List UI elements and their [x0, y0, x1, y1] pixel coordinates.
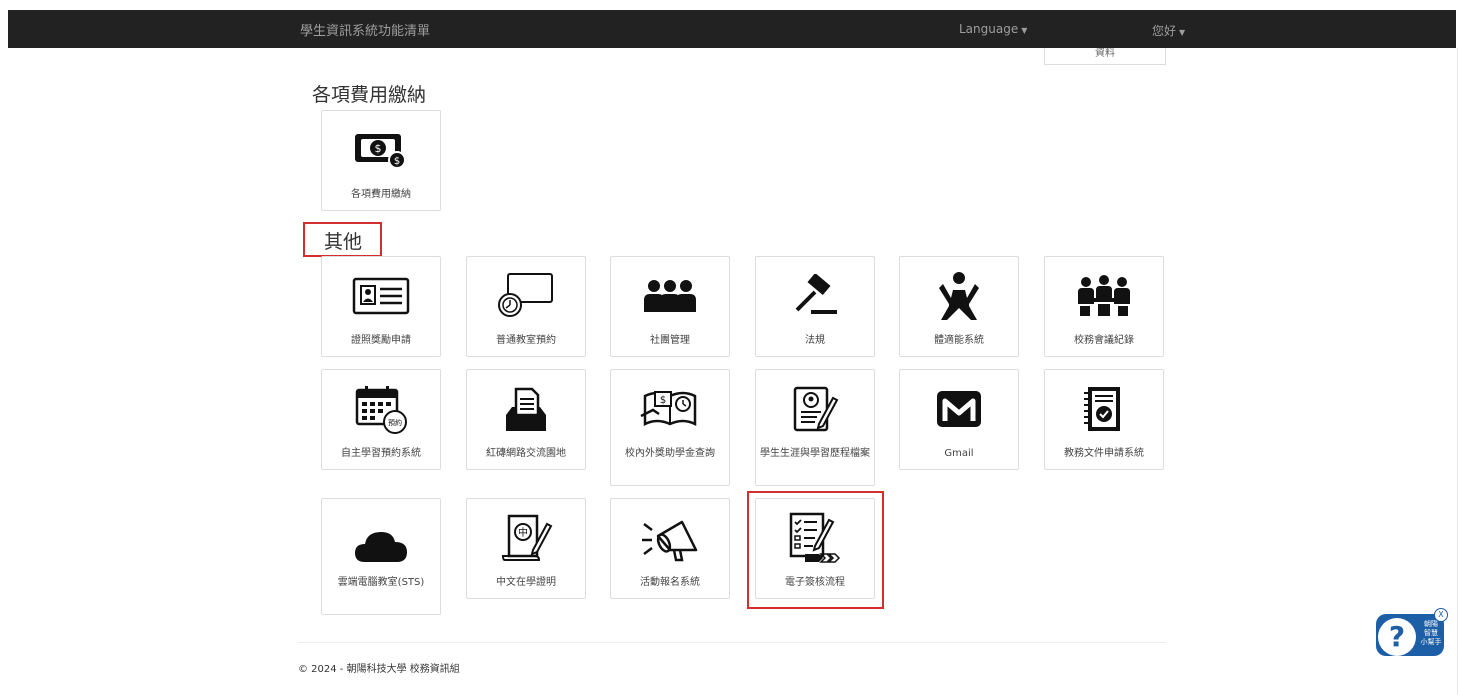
chevron-down-icon: ▼ [1179, 28, 1186, 37]
tile-club-management[interactable]: 社團管理 [610, 256, 730, 357]
tile-label: 電子簽核流程 [785, 577, 845, 588]
navbar-brand[interactable]: 學生資訊系統功能清單 [300, 20, 430, 39]
tile-cloud-classroom[interactable]: 雲端電腦教室(STS) [321, 498, 441, 615]
tile-regulations[interactable]: 法規 [755, 256, 875, 357]
helper-text: 朝陽 智慧 小幫手 [1420, 620, 1442, 647]
tile-classroom-booking[interactable]: 普通教室預約 [466, 256, 586, 357]
portfolio-icon [756, 384, 874, 434]
gmail-icon [900, 384, 1018, 434]
megaphone-icon [611, 513, 729, 563]
tile-license-award[interactable]: 證照獎勵申請 [321, 256, 441, 357]
tile-label: 各項費用繳納 [351, 189, 411, 200]
tile-label: 校內外獎助學金查詢 [625, 448, 715, 459]
tile-red-brick-forum[interactable]: 紅磚網路交流園地 [466, 369, 586, 470]
tile-scholarship-search[interactable]: $ 校內外獎助學金查詢 [610, 369, 730, 486]
svg-text:$: $ [375, 142, 382, 155]
fees-section-title: 各項費用繳納 [312, 84, 427, 106]
classroom-clock-icon [467, 271, 585, 321]
tile-fees[interactable]: $ $ 各項費用繳納 [321, 110, 441, 211]
footer-copyright: © 2024 - 朝陽科技大學 校務資訊組 [298, 664, 460, 675]
tile-e-signoff[interactable]: 電子簽核流程 [755, 498, 875, 599]
helper-line-2: 智慧 [1424, 629, 1438, 637]
svg-text:$: $ [394, 156, 400, 167]
inbox-document-icon [467, 384, 585, 434]
tile-label: 校務會議紀錄 [1074, 335, 1134, 346]
tile-label: 學生生涯與學習歷程檔案 [760, 448, 870, 459]
other-section-title: 其他 [324, 231, 363, 253]
chinese-certificate-icon: 中 [467, 513, 585, 563]
user-greeting: 您好 [1152, 24, 1177, 38]
tile-label: 法規 [805, 335, 825, 346]
navbar: 學生資訊系統功能清單 Language ▼ 您好 ▼ [8, 10, 1456, 48]
booking-badge: 預約 [388, 418, 402, 427]
question-icon: ? [1378, 618, 1416, 656]
document-check-icon [1045, 384, 1163, 434]
tile-label: 普通教室預約 [496, 335, 556, 346]
tile-fitness[interactable]: 體適能系統 [899, 256, 1019, 357]
id-card-icon [322, 271, 440, 321]
tile-chinese-enrollment-certificate[interactable]: 中 中文在學證明 [466, 498, 586, 599]
tile-label: 雲端電腦教室(STS) [337, 577, 425, 588]
partial-tile-label: 資料 [1095, 48, 1115, 59]
partial-tile[interactable]: 資料 [1044, 48, 1166, 65]
checklist-pen-icon [756, 512, 874, 563]
tile-gmail[interactable]: Gmail [899, 369, 1019, 470]
tile-label: 證照獎勵申請 [351, 335, 411, 346]
tile-career-portfolio[interactable]: 學生生涯與學習歷程檔案 [755, 369, 875, 486]
tile-label: 社團管理 [650, 335, 690, 346]
certificate-badge: 中 [518, 526, 528, 539]
cloud-icon [322, 521, 440, 571]
close-icon[interactable]: X [1434, 608, 1448, 622]
svg-text:$: $ [660, 395, 666, 406]
chevron-down-icon: ▼ [1021, 26, 1028, 35]
tile-meeting-records[interactable]: 校務會議紀錄 [1044, 256, 1164, 357]
group-icon [611, 271, 729, 321]
calendar-booking-icon: 預約 [322, 384, 440, 434]
gavel-icon [756, 271, 874, 321]
money-icon: $ $ [322, 125, 440, 175]
tile-label: 體適能系統 [934, 335, 984, 346]
footer-divider [298, 642, 1166, 643]
tile-academic-documents[interactable]: 教務文件申請系統 [1044, 369, 1164, 470]
fitness-icon [900, 271, 1018, 321]
scholarship-book-icon: $ [611, 384, 729, 434]
helper-body: ? 朝陽 智慧 小幫手 [1376, 614, 1444, 656]
tile-label: 自主學習預約系統 [341, 448, 421, 459]
tile-activity-registration[interactable]: 活動報名系統 [610, 498, 730, 599]
meeting-icon [1045, 271, 1163, 321]
tile-self-learning-booking[interactable]: 預約 自主學習預約系統 [321, 369, 441, 470]
tile-label: Gmail [944, 448, 974, 459]
language-dropdown[interactable]: Language ▼ [959, 22, 1027, 36]
tile-label: 教務文件申請系統 [1064, 448, 1144, 459]
tile-label: 活動報名系統 [640, 577, 700, 588]
smart-helper-widget[interactable]: ? 朝陽 智慧 小幫手 X [1374, 608, 1448, 660]
language-label: Language [959, 22, 1019, 36]
helper-line-3: 小幫手 [1420, 638, 1442, 646]
tile-label: 紅磚網路交流園地 [486, 448, 566, 459]
tile-label: 中文在學證明 [496, 577, 556, 588]
user-menu[interactable]: 您好 ▼ [1152, 22, 1185, 39]
